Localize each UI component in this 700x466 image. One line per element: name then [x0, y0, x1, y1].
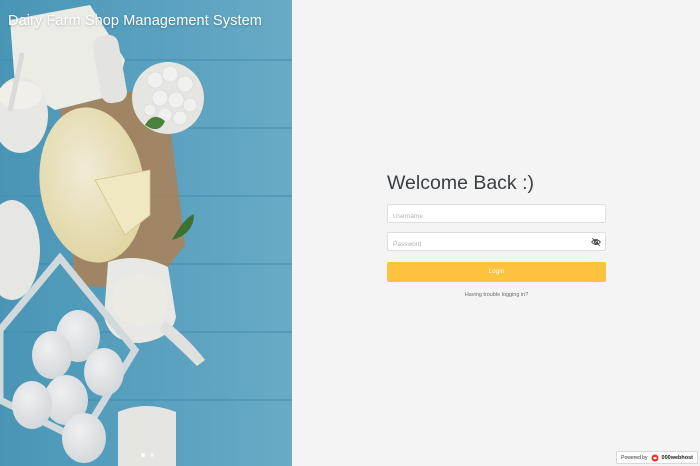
welcome-heading: Welcome Back :) [387, 172, 535, 194]
hero-image-panel: Dairy Farm Shop Management System [0, 0, 292, 466]
login-form: Welcome Back :) Login Having trouble log… [387, 172, 606, 298]
powered-by-label: Powered by [621, 454, 648, 461]
eye-slash-icon[interactable] [591, 237, 601, 247]
login-button[interactable]: Login [387, 261, 606, 282]
carousel-dot[interactable] [141, 453, 145, 457]
password-input[interactable] [388, 236, 605, 253]
username-input[interactable] [388, 208, 605, 225]
000webhost-logo-icon [651, 454, 659, 461]
powered-by-badge[interactable]: Powered by 000webhost [616, 451, 698, 464]
dairy-products-image [0, 0, 292, 466]
carousel-dot[interactable] [150, 453, 154, 457]
login-panel: Welcome Back :) Login Having trouble log… [292, 0, 700, 466]
trouble-logging-in-link[interactable]: Having trouble logging in? [387, 292, 606, 298]
carousel-indicators [141, 453, 154, 457]
username-field-wrapper [387, 204, 606, 225]
brand-name: 000webhost [661, 454, 693, 461]
app-title: Dairy Farm Shop Management System [8, 13, 262, 29]
login-page: Dairy Farm Shop Management System Welcom… [0, 0, 700, 466]
password-field-wrapper [387, 232, 606, 253]
